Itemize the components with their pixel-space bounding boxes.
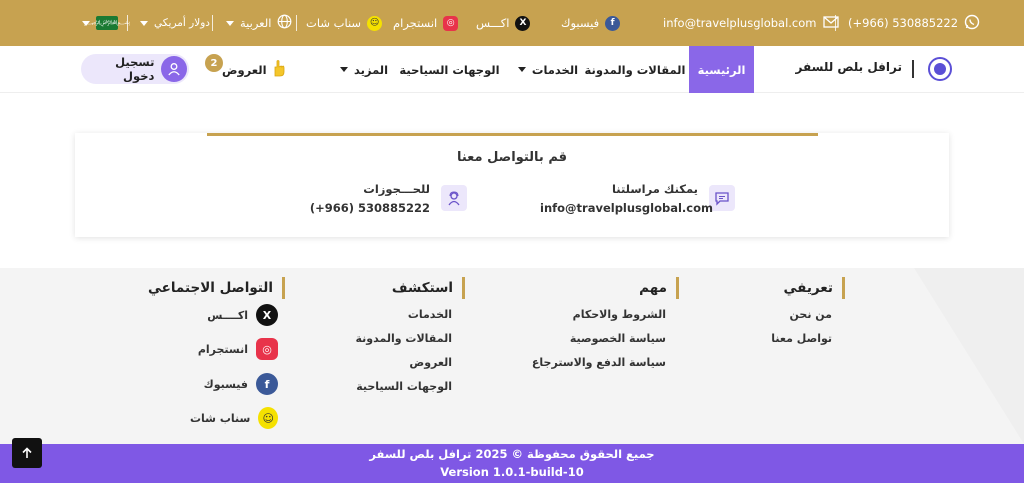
footer-heading-about: تعريفي: [770, 277, 845, 299]
nav-item-label: المزيد: [353, 62, 389, 77]
offers-label: العروض: [222, 62, 267, 77]
nav-item-home[interactable]: الرئيسية: [689, 46, 754, 93]
chevron-down-icon: [517, 67, 526, 72]
main-nav: ترافل بلص للسفر الرئيسية المقالات والمدو…: [0, 46, 1024, 93]
offers-hand-icon: [271, 59, 287, 80]
nav-offers[interactable]: العروض: [222, 46, 287, 93]
footer-link-terms[interactable]: الشروط والاحكام: [520, 308, 666, 321]
topbar-x[interactable]: اكـــس X: [476, 0, 531, 46]
footer-social-x[interactable]: X اكــــس: [190, 304, 278, 326]
chevron-down-icon: [339, 67, 348, 72]
topbar-facebook-label: فيسبوك: [561, 16, 600, 30]
chevron-down-icon: [226, 20, 234, 26]
nav-item-destinations[interactable]: الوجهات السياحية: [399, 46, 500, 93]
brand-name[interactable]: ترافل بلص للسفر: [790, 60, 903, 74]
chevron-down-icon: [140, 20, 148, 26]
login-button[interactable]: تسجيل دخول: [81, 54, 189, 84]
topbar-email[interactable]: info@travelplusglobal.com: [663, 0, 839, 46]
mail-icon: [822, 15, 839, 31]
footer-link-contact[interactable]: تواصل معنا: [740, 332, 832, 345]
footer-link-offers[interactable]: العروض: [340, 356, 452, 369]
x-icon: X: [515, 15, 531, 31]
whatsapp-icon: [964, 14, 980, 33]
user-icon: [161, 56, 187, 82]
instagram-icon: ◎: [443, 15, 459, 31]
footer-social-label: فيسبوك: [203, 377, 248, 391]
footer-link-blog[interactable]: المقالات والمدونة: [340, 332, 452, 345]
country-selector[interactable]: ﷽: [82, 0, 130, 46]
topbar-email-text: info@travelplusglobal.com: [663, 16, 817, 30]
topbar-facebook[interactable]: فيسبوك f: [561, 0, 621, 46]
topbar-phone-text: (+966) 530885222: [848, 16, 959, 30]
topbar-snapchat-label: سناب شات: [306, 16, 362, 30]
topbar-divider: [212, 15, 213, 31]
support-agent-icon: [441, 185, 467, 211]
footer-link-privacy[interactable]: سياسة الخصوصية: [520, 332, 666, 345]
footer-social-snapchat[interactable]: ☺ سناب شات: [190, 407, 278, 429]
topbar-divider: [296, 15, 297, 31]
facebook-icon: f: [256, 373, 278, 395]
booking-phone[interactable]: (+966) 530885222: [300, 201, 430, 215]
snapchat-icon: ☺: [367, 15, 383, 31]
saudi-flag-icon: ﷽: [84, 16, 130, 30]
contact-card: [75, 133, 949, 237]
brand-logo-icon[interactable]: [928, 57, 952, 81]
footer-link-destinations[interactable]: الوجهات السياحية: [340, 380, 452, 393]
x-icon: X: [256, 304, 278, 326]
globe-icon: [277, 14, 292, 32]
brand-divider: [912, 60, 914, 78]
nav-item-services[interactable]: الخدمات: [512, 46, 584, 93]
topbar-instagram-label: انستجرام: [393, 16, 438, 30]
booking-label: للحـــجوزات: [363, 182, 430, 196]
topbar-phone[interactable]: (+966) 530885222: [848, 0, 980, 46]
currency-selector[interactable]: دولار أمريكي: [140, 0, 210, 46]
version-text: Version 1.0.1-build-10: [440, 465, 584, 479]
footer-heading-important: مهم: [620, 277, 679, 299]
footer-heading-social: التواصل الاجتماعي: [148, 277, 285, 299]
footer-social-label: انستجرام: [197, 342, 248, 356]
nav-item-more[interactable]: المزيد: [336, 46, 392, 93]
topbar-snapchat[interactable]: سناب شات ☺: [306, 0, 383, 46]
contact-title: قم بالتواصل معنا: [456, 150, 568, 165]
copyright-text: جميع الحقوق محفوظة © 2025 ترافل بلص للسف…: [369, 447, 655, 461]
currency-label: دولار أمريكي: [154, 17, 210, 29]
footer-social-facebook[interactable]: f فيسبوك: [190, 373, 278, 395]
footer-social-instagram[interactable]: ◎ انستجرام: [190, 338, 278, 360]
message-email[interactable]: info@travelplusglobal.com: [540, 201, 713, 215]
language-label: العربية: [240, 16, 272, 30]
offers-count-badge: 2: [205, 54, 223, 72]
arrow-up-icon: [21, 444, 33, 463]
nav-item-blog[interactable]: المقالات والمدونة: [585, 46, 686, 93]
footer-link-about-us[interactable]: من نحن: [740, 308, 833, 321]
instagram-icon: ◎: [256, 338, 278, 360]
language-selector[interactable]: العربية: [226, 0, 292, 46]
nav-item-label: المقالات والمدونة: [584, 62, 686, 77]
login-label: تسجيل دخول: [115, 55, 155, 83]
footer-link-refund[interactable]: سياسة الدفع والاسترجاع: [520, 356, 666, 369]
topbar-instagram[interactable]: انستجرام ◎: [393, 0, 459, 46]
footer-social-label: سناب شات: [190, 411, 251, 425]
contact-card-accent: [207, 133, 818, 136]
nav-item-label: الرئيسية: [697, 62, 746, 77]
topbar-x-label: اكـــس: [476, 16, 510, 30]
snapchat-icon: ☺: [258, 407, 278, 429]
message-label: يمكنك مراسلتنا: [611, 182, 698, 196]
footer-heading-explore: استكشف: [378, 277, 465, 299]
facebook-icon: f: [605, 15, 621, 31]
top-bar: (+966) 530885222 info@travelplusglobal.c…: [0, 0, 1024, 46]
footer-social-label: اكــــس: [207, 308, 248, 322]
scroll-to-top-button[interactable]: [12, 438, 42, 468]
footer-decoration: [914, 268, 1024, 444]
nav-item-label: الوجهات السياحية: [399, 62, 500, 77]
nav-item-label: الخدمات: [531, 62, 579, 77]
copyright-bar: جميع الحقوق محفوظة © 2025 ترافل بلص للسف…: [0, 444, 1024, 483]
footer-link-services[interactable]: الخدمات: [340, 308, 452, 321]
